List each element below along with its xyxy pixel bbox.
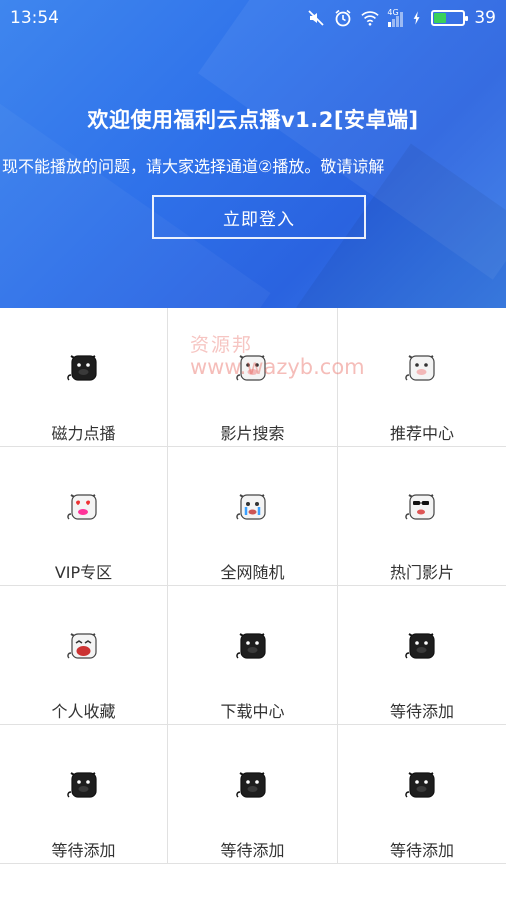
battery-fill [434,13,447,23]
grid-item-label: 下载中心 [220,702,285,721]
status-time: 13:54 [10,8,59,28]
grid-item[interactable]: 磁力点播 [0,308,168,447]
login-button[interactable]: 立即登入 [152,195,366,239]
grid-item-label: 等待添加 [389,841,454,860]
grid-item[interactable]: 等待添加 [338,725,506,864]
grid-item-label: 热门影片 [389,563,454,582]
notice-text: 现不能播放的问题，请大家选择通道②播放。敬请谅解 [2,157,385,176]
grid-item[interactable]: VIP专区 [0,447,168,586]
app-title: 欢迎使用福利云点播v1.2[安卓端] [87,108,419,132]
grid-item[interactable]: 推荐中心 [338,308,506,447]
grid-item[interactable]: 全网随机 [168,447,338,586]
wifi-icon [361,11,380,26]
battery-icon [431,10,469,26]
grid-item-label: 影片搜索 [220,424,285,443]
grid-item-label: 等待添加 [51,841,116,860]
status-icons: 4G 39 [307,8,496,28]
signal-indicator: 4G [387,8,404,27]
grid-item[interactable]: 热门影片 [338,447,506,586]
network-type: 4G [387,8,399,17]
alarm-icon [335,9,351,27]
grid-item-label: 推荐中心 [389,424,454,443]
cow-white-icon [405,355,435,381]
mute-icon [308,10,324,26]
grid-item-label: 等待添加 [389,702,454,721]
cow-white-icon [235,355,266,381]
battery-level: 39 [474,8,496,28]
grid-item-label: VIP专区 [54,563,113,582]
charging-icon [414,11,420,25]
grid-item[interactable]: 等待添加 [168,725,338,864]
grid-item-label: 磁力点播 [51,424,116,443]
grid-item[interactable]: 等待添加 [0,725,168,864]
hero-banner: 13:54 4G 39 欢迎使用福利云点播v1.2[安卓端] 现不能播放的问题，… [0,0,506,308]
cow-laughing-icon [66,633,97,659]
grid-item[interactable]: 下载中心 [168,586,338,725]
cow-black-icon [66,772,97,798]
grid-item[interactable]: 个人收藏 [0,586,168,725]
status-bar: 13:54 4G 39 [0,0,506,36]
cow-black-icon [66,355,97,381]
grid-item[interactable]: 等待添加 [338,586,506,725]
cow-sunglasses-icon [405,494,435,520]
cow-black-icon [235,772,266,798]
cow-black-icon [405,633,435,659]
cow-heart-eyes-icon [66,494,97,520]
grid-item[interactable]: 影片搜索 [168,308,338,447]
cow-crying-icon [235,494,266,520]
cow-black-icon [235,633,266,659]
grid-item-label: 全网随机 [220,563,285,582]
cow-black-icon [405,772,435,798]
grid-item-label: 个人收藏 [51,702,116,721]
feature-grid: 磁力点播 影片搜索 推荐中心 VIP专区 全网随机 热门影片 个人收藏 下载中心 等待添加 等待添… [0,308,506,864]
grid-item-label: 等待添加 [220,841,285,860]
